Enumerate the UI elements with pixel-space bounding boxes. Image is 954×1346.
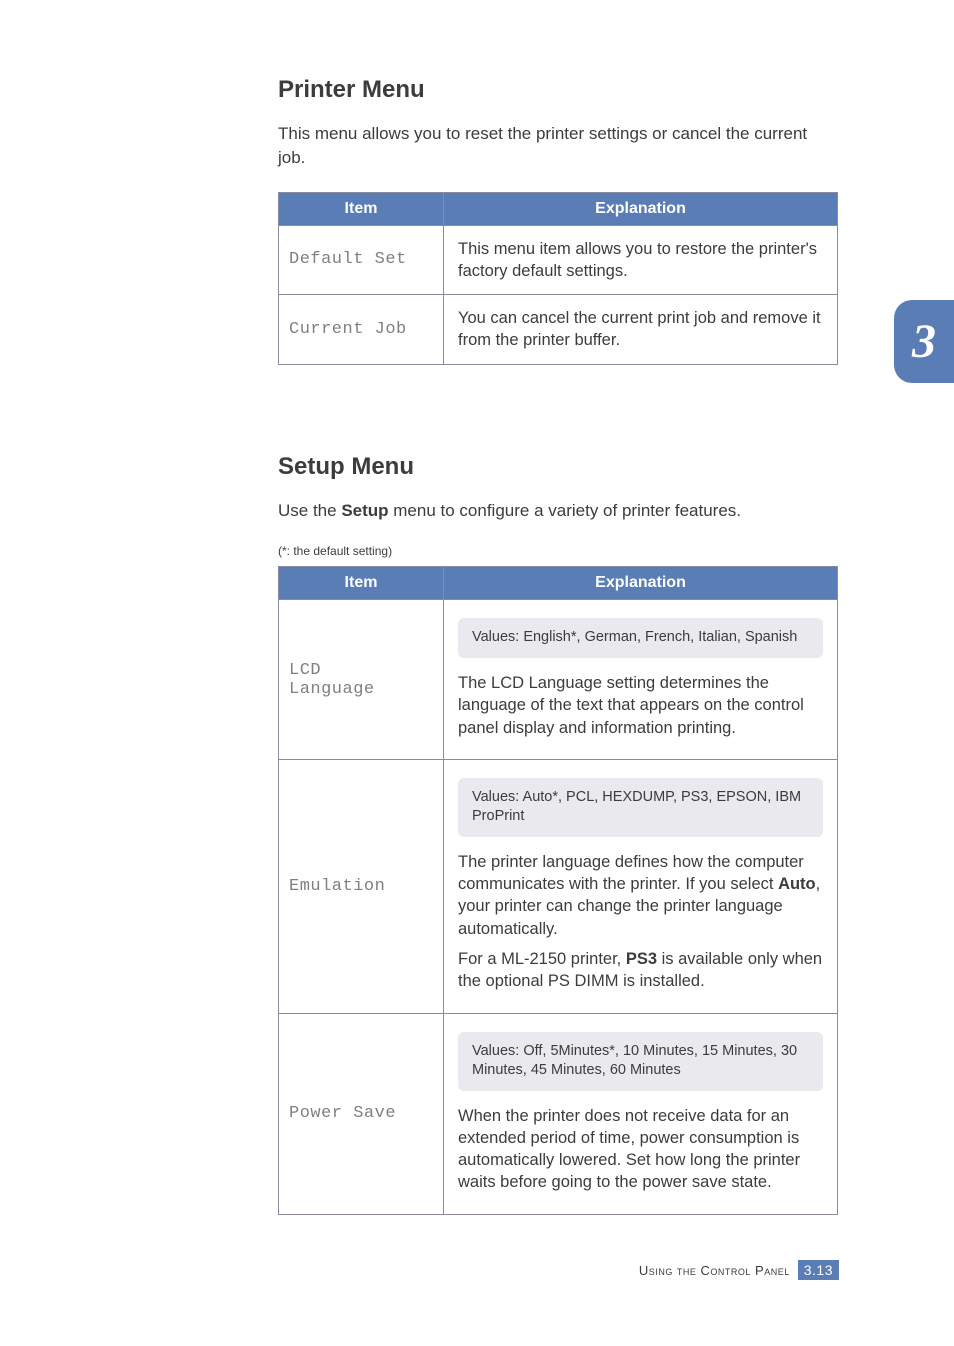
page-footer: Using the Control Panel 3.13 xyxy=(639,1260,839,1280)
table-row: Emulation Values: Auto*, PCL, HEXDUMP, P… xyxy=(279,759,838,1013)
setup-menu-intro: Use the Setup menu to configure a variet… xyxy=(278,499,839,523)
default-setting-footnote: (*: the default setting) xyxy=(278,544,839,558)
explanation-cell: Values: English*, German, French, Italia… xyxy=(444,600,838,759)
text-fragment: The printer language defines how the com… xyxy=(458,853,804,893)
col-header-explanation: Explanation xyxy=(444,567,838,600)
bold-text: PS3 xyxy=(626,950,657,968)
table-header-row: Item Explanation xyxy=(279,567,838,600)
printer-menu-intro: This menu allows you to reset the printe… xyxy=(278,122,839,170)
item-cell: Default Set xyxy=(279,225,444,295)
item-cell: Power Save xyxy=(279,1013,444,1214)
body-text: For a ML-2150 printer, PS3 is available … xyxy=(458,948,823,993)
text-fragment: Use the xyxy=(278,501,341,520)
explanation-cell: Values: Auto*, PCL, HEXDUMP, PS3, EPSON,… xyxy=(444,759,838,1013)
values-box: Values: English*, German, French, Italia… xyxy=(458,618,823,658)
values-box: Values: Off, 5Minutes*, 10 Minutes, 15 M… xyxy=(458,1032,823,1091)
setup-menu-table: Item Explanation LCD Language Values: En… xyxy=(278,566,838,1214)
item-cell: Current Job xyxy=(279,295,444,365)
text-fragment: For a ML-2150 printer, xyxy=(458,950,626,968)
table-row: Default Set This menu item allows you to… xyxy=(279,225,838,295)
col-header-item: Item xyxy=(279,192,444,225)
explanation-cell: This menu item allows you to restore the… xyxy=(444,225,838,295)
bold-text: Setup xyxy=(341,501,388,520)
footer-page-badge: 3.13 xyxy=(798,1260,839,1280)
bold-text: Auto xyxy=(778,875,816,893)
table-row: LCD Language Values: English*, German, F… xyxy=(279,600,838,759)
explanation-cell: Values: Off, 5Minutes*, 10 Minutes, 15 M… xyxy=(444,1013,838,1214)
explanation-cell: You can cancel the current print job and… xyxy=(444,295,838,365)
text-fragment: menu to configure a variety of printer f… xyxy=(389,501,741,520)
chapter-tab: 3 xyxy=(894,300,954,383)
body-text: When the printer does not receive data f… xyxy=(458,1105,823,1194)
col-header-item: Item xyxy=(279,567,444,600)
table-row: Current Job You can cancel the current p… xyxy=(279,295,838,365)
values-box: Values: Auto*, PCL, HEXDUMP, PS3, EPSON,… xyxy=(458,778,823,837)
body-text: The LCD Language setting determines the … xyxy=(458,672,823,739)
col-header-explanation: Explanation xyxy=(444,192,838,225)
item-cell: LCD Language xyxy=(279,600,444,759)
footer-chapter: 3. xyxy=(804,1262,817,1278)
item-cell: Emulation xyxy=(279,759,444,1013)
table-header-row: Item Explanation xyxy=(279,192,838,225)
document-page: 3 Printer Menu This menu allows you to r… xyxy=(0,0,954,1346)
body-text: The printer language defines how the com… xyxy=(458,851,823,940)
table-row: Power Save Values: Off, 5Minutes*, 10 Mi… xyxy=(279,1013,838,1214)
setup-menu-heading: Setup Menu xyxy=(278,453,839,481)
footer-page-number: 13 xyxy=(816,1262,833,1278)
chapter-number: 3 xyxy=(912,314,936,369)
footer-title: Using the Control Panel xyxy=(639,1263,790,1278)
printer-menu-heading: Printer Menu xyxy=(278,76,839,104)
printer-menu-table: Item Explanation Default Set This menu i… xyxy=(278,192,838,365)
